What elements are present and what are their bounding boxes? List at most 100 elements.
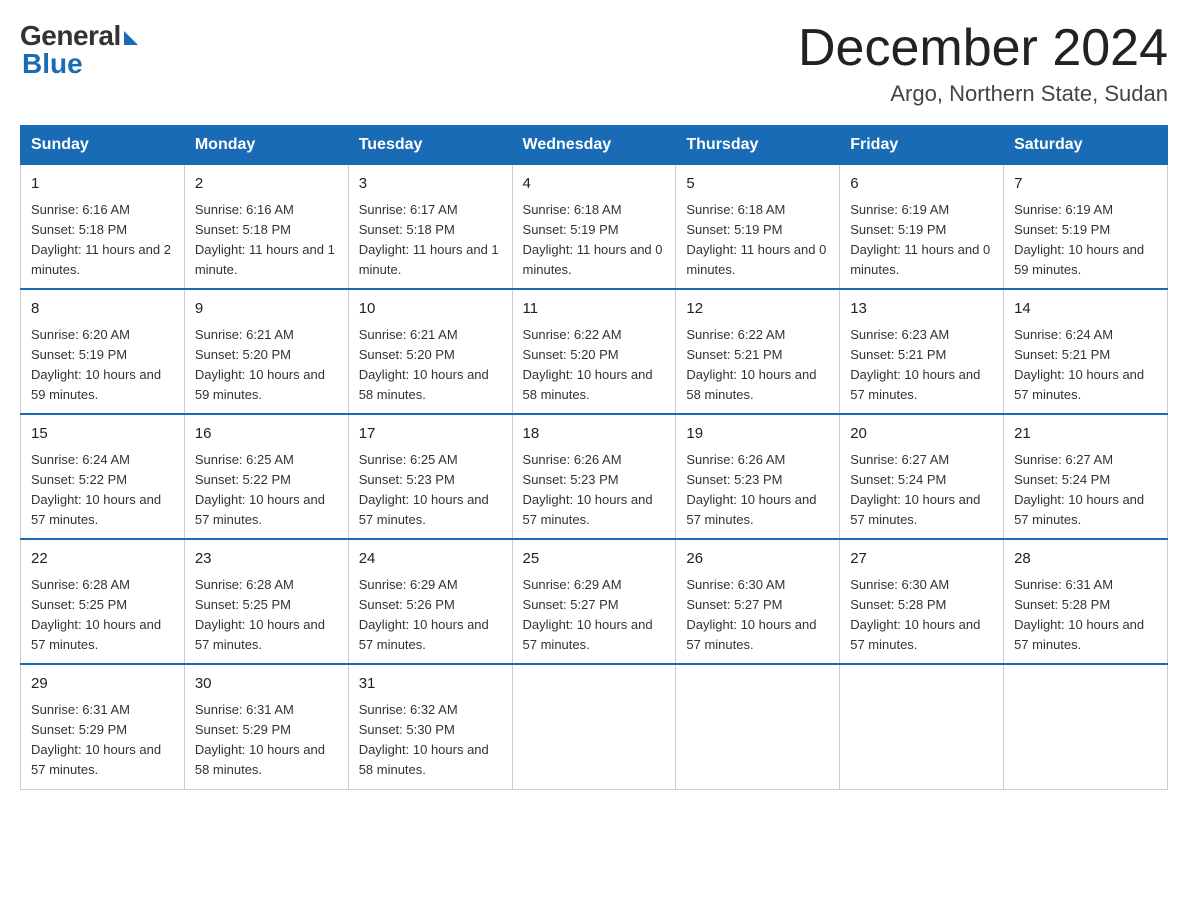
day-info: Sunrise: 6:17 AMSunset: 5:18 PMDaylight:… <box>359 202 499 277</box>
day-number: 2 <box>195 173 338 196</box>
day-info: Sunrise: 6:30 AMSunset: 5:28 PMDaylight:… <box>850 577 980 652</box>
header-saturday: Saturday <box>1004 126 1168 165</box>
table-row: 13 Sunrise: 6:23 AMSunset: 5:21 PMDaylig… <box>840 289 1004 414</box>
table-row: 23 Sunrise: 6:28 AMSunset: 5:25 PMDaylig… <box>184 539 348 664</box>
table-row: 6 Sunrise: 6:19 AMSunset: 5:19 PMDayligh… <box>840 165 1004 290</box>
table-row: 4 Sunrise: 6:18 AMSunset: 5:19 PMDayligh… <box>512 165 676 290</box>
logo-blue-text: Blue <box>22 48 83 80</box>
table-row <box>1004 664 1168 789</box>
table-row: 24 Sunrise: 6:29 AMSunset: 5:26 PMDaylig… <box>348 539 512 664</box>
table-row: 11 Sunrise: 6:22 AMSunset: 5:20 PMDaylig… <box>512 289 676 414</box>
table-row: 18 Sunrise: 6:26 AMSunset: 5:23 PMDaylig… <box>512 414 676 539</box>
table-row <box>512 664 676 789</box>
day-info: Sunrise: 6:18 AMSunset: 5:19 PMDaylight:… <box>686 202 826 277</box>
table-row: 16 Sunrise: 6:25 AMSunset: 5:22 PMDaylig… <box>184 414 348 539</box>
day-info: Sunrise: 6:31 AMSunset: 5:29 PMDaylight:… <box>195 702 325 777</box>
calendar-week-row: 1 Sunrise: 6:16 AMSunset: 5:18 PMDayligh… <box>21 165 1168 290</box>
day-info: Sunrise: 6:27 AMSunset: 5:24 PMDaylight:… <box>1014 452 1144 527</box>
table-row: 28 Sunrise: 6:31 AMSunset: 5:28 PMDaylig… <box>1004 539 1168 664</box>
day-info: Sunrise: 6:31 AMSunset: 5:28 PMDaylight:… <box>1014 577 1144 652</box>
day-number: 13 <box>850 298 993 321</box>
calendar-header-row: Sunday Monday Tuesday Wednesday Thursday… <box>21 126 1168 165</box>
day-number: 19 <box>686 423 829 446</box>
day-info: Sunrise: 6:18 AMSunset: 5:19 PMDaylight:… <box>523 202 663 277</box>
day-info: Sunrise: 6:25 AMSunset: 5:23 PMDaylight:… <box>359 452 489 527</box>
table-row: 9 Sunrise: 6:21 AMSunset: 5:20 PMDayligh… <box>184 289 348 414</box>
day-info: Sunrise: 6:19 AMSunset: 5:19 PMDaylight:… <box>850 202 990 277</box>
day-info: Sunrise: 6:23 AMSunset: 5:21 PMDaylight:… <box>850 327 980 402</box>
day-number: 10 <box>359 298 502 321</box>
calendar-week-row: 29 Sunrise: 6:31 AMSunset: 5:29 PMDaylig… <box>21 664 1168 789</box>
day-info: Sunrise: 6:29 AMSunset: 5:26 PMDaylight:… <box>359 577 489 652</box>
table-row: 26 Sunrise: 6:30 AMSunset: 5:27 PMDaylig… <box>676 539 840 664</box>
day-number: 24 <box>359 548 502 571</box>
day-info: Sunrise: 6:24 AMSunset: 5:21 PMDaylight:… <box>1014 327 1144 402</box>
day-number: 18 <box>523 423 666 446</box>
day-number: 25 <box>523 548 666 571</box>
day-info: Sunrise: 6:28 AMSunset: 5:25 PMDaylight:… <box>31 577 161 652</box>
calendar-week-row: 8 Sunrise: 6:20 AMSunset: 5:19 PMDayligh… <box>21 289 1168 414</box>
day-number: 30 <box>195 673 338 696</box>
table-row: 15 Sunrise: 6:24 AMSunset: 5:22 PMDaylig… <box>21 414 185 539</box>
day-number: 29 <box>31 673 174 696</box>
table-row: 17 Sunrise: 6:25 AMSunset: 5:23 PMDaylig… <box>348 414 512 539</box>
table-row: 14 Sunrise: 6:24 AMSunset: 5:21 PMDaylig… <box>1004 289 1168 414</box>
day-number: 5 <box>686 173 829 196</box>
header-sunday: Sunday <box>21 126 185 165</box>
day-info: Sunrise: 6:26 AMSunset: 5:23 PMDaylight:… <box>686 452 816 527</box>
day-number: 8 <box>31 298 174 321</box>
day-info: Sunrise: 6:22 AMSunset: 5:20 PMDaylight:… <box>523 327 653 402</box>
logo-arrow-icon <box>124 31 138 45</box>
day-number: 11 <box>523 298 666 321</box>
day-info: Sunrise: 6:28 AMSunset: 5:25 PMDaylight:… <box>195 577 325 652</box>
table-row: 7 Sunrise: 6:19 AMSunset: 5:19 PMDayligh… <box>1004 165 1168 290</box>
table-row: 2 Sunrise: 6:16 AMSunset: 5:18 PMDayligh… <box>184 165 348 290</box>
day-info: Sunrise: 6:32 AMSunset: 5:30 PMDaylight:… <box>359 702 489 777</box>
page-header: General Blue December 2024 Argo, Norther… <box>20 20 1168 107</box>
table-row: 3 Sunrise: 6:17 AMSunset: 5:18 PMDayligh… <box>348 165 512 290</box>
day-info: Sunrise: 6:19 AMSunset: 5:19 PMDaylight:… <box>1014 202 1144 277</box>
day-number: 7 <box>1014 173 1157 196</box>
day-number: 20 <box>850 423 993 446</box>
table-row: 5 Sunrise: 6:18 AMSunset: 5:19 PMDayligh… <box>676 165 840 290</box>
table-row: 31 Sunrise: 6:32 AMSunset: 5:30 PMDaylig… <box>348 664 512 789</box>
table-row: 12 Sunrise: 6:22 AMSunset: 5:21 PMDaylig… <box>676 289 840 414</box>
table-row: 29 Sunrise: 6:31 AMSunset: 5:29 PMDaylig… <box>21 664 185 789</box>
table-row: 21 Sunrise: 6:27 AMSunset: 5:24 PMDaylig… <box>1004 414 1168 539</box>
day-number: 1 <box>31 173 174 196</box>
table-row: 25 Sunrise: 6:29 AMSunset: 5:27 PMDaylig… <box>512 539 676 664</box>
day-number: 17 <box>359 423 502 446</box>
day-number: 22 <box>31 548 174 571</box>
day-number: 12 <box>686 298 829 321</box>
day-info: Sunrise: 6:16 AMSunset: 5:18 PMDaylight:… <box>31 202 171 277</box>
table-row <box>840 664 1004 789</box>
day-number: 4 <box>523 173 666 196</box>
calendar-table: Sunday Monday Tuesday Wednesday Thursday… <box>20 125 1168 789</box>
day-info: Sunrise: 6:20 AMSunset: 5:19 PMDaylight:… <box>31 327 161 402</box>
day-info: Sunrise: 6:31 AMSunset: 5:29 PMDaylight:… <box>31 702 161 777</box>
day-info: Sunrise: 6:29 AMSunset: 5:27 PMDaylight:… <box>523 577 653 652</box>
day-number: 23 <box>195 548 338 571</box>
table-row: 8 Sunrise: 6:20 AMSunset: 5:19 PMDayligh… <box>21 289 185 414</box>
day-number: 9 <box>195 298 338 321</box>
day-info: Sunrise: 6:21 AMSunset: 5:20 PMDaylight:… <box>195 327 325 402</box>
day-number: 28 <box>1014 548 1157 571</box>
table-row: 22 Sunrise: 6:28 AMSunset: 5:25 PMDaylig… <box>21 539 185 664</box>
day-info: Sunrise: 6:26 AMSunset: 5:23 PMDaylight:… <box>523 452 653 527</box>
day-info: Sunrise: 6:24 AMSunset: 5:22 PMDaylight:… <box>31 452 161 527</box>
header-wednesday: Wednesday <box>512 126 676 165</box>
day-number: 14 <box>1014 298 1157 321</box>
calendar-week-row: 15 Sunrise: 6:24 AMSunset: 5:22 PMDaylig… <box>21 414 1168 539</box>
day-number: 15 <box>31 423 174 446</box>
calendar-week-row: 22 Sunrise: 6:28 AMSunset: 5:25 PMDaylig… <box>21 539 1168 664</box>
day-number: 27 <box>850 548 993 571</box>
table-row: 27 Sunrise: 6:30 AMSunset: 5:28 PMDaylig… <box>840 539 1004 664</box>
header-tuesday: Tuesday <box>348 126 512 165</box>
day-info: Sunrise: 6:27 AMSunset: 5:24 PMDaylight:… <box>850 452 980 527</box>
day-number: 26 <box>686 548 829 571</box>
day-info: Sunrise: 6:25 AMSunset: 5:22 PMDaylight:… <box>195 452 325 527</box>
table-row <box>676 664 840 789</box>
day-info: Sunrise: 6:21 AMSunset: 5:20 PMDaylight:… <box>359 327 489 402</box>
header-monday: Monday <box>184 126 348 165</box>
day-number: 31 <box>359 673 502 696</box>
